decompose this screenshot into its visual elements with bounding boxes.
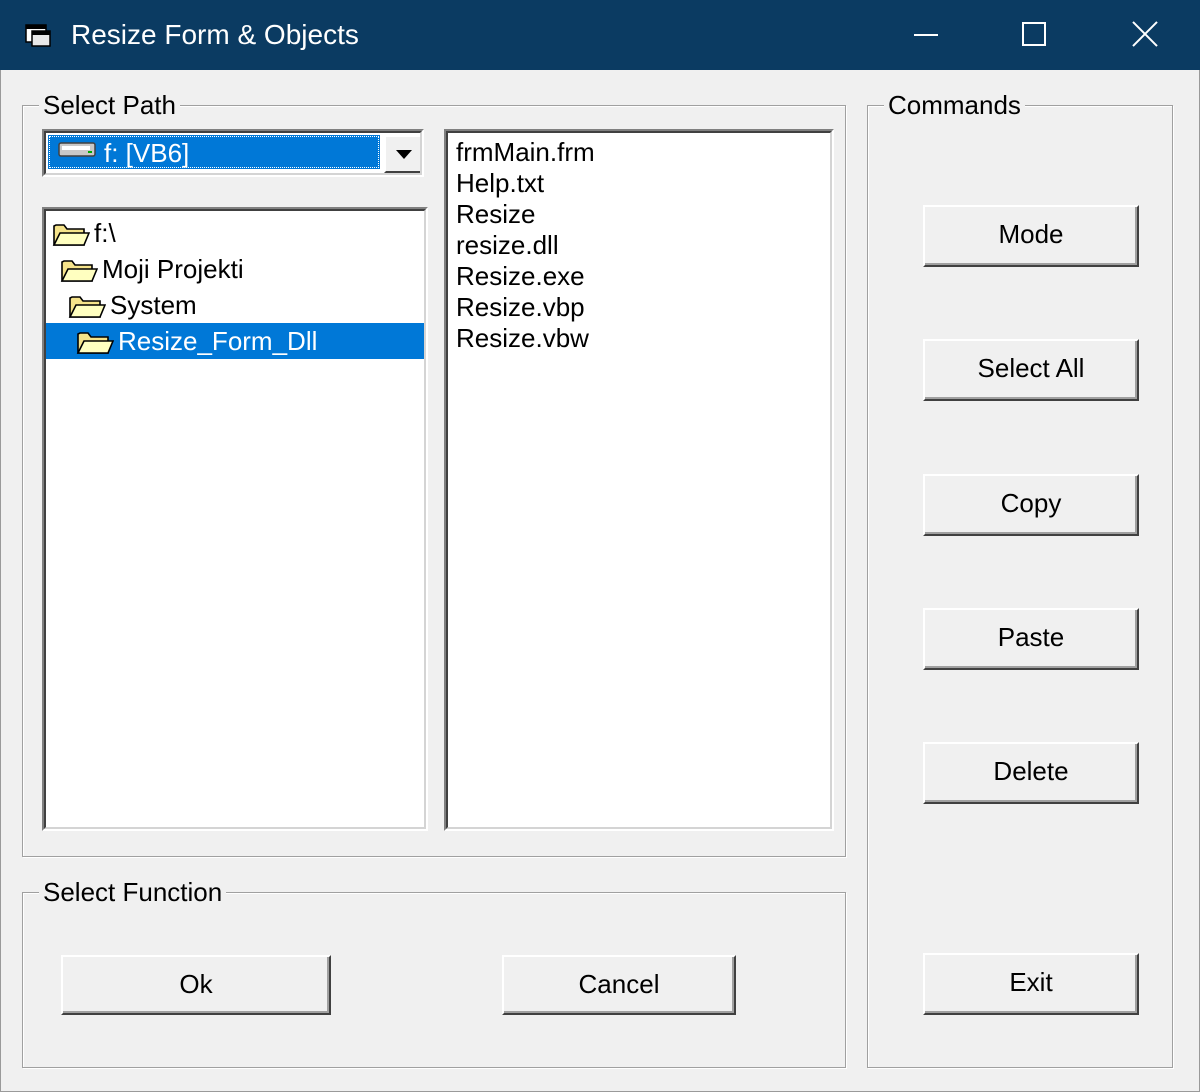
directory-label: Resize_Form_Dll — [118, 326, 318, 356]
window-title: Resize Form & Objects — [71, 19, 359, 50]
delete-button-label: Delete — [993, 756, 1069, 786]
select-path-legend: Select Path — [39, 90, 180, 120]
file-list[interactable]: frmMain.frm Help.txt Resize resize.dll R… — [444, 129, 834, 831]
mode-button[interactable]: Mode — [923, 205, 1139, 267]
directory-label: f:\ — [94, 218, 116, 248]
directory-item-root[interactable]: f:\ — [46, 215, 424, 251]
file-item[interactable]: Resize.vbp — [456, 292, 585, 323]
mode-button-label: Mode — [998, 219, 1064, 249]
maximize-icon — [1022, 22, 1046, 46]
close-icon — [1131, 20, 1159, 48]
commands-legend: Commands — [884, 90, 1025, 120]
open-folder-icon — [68, 296, 106, 318]
ok-button-label: Ok — [179, 969, 213, 999]
drive-label: f: [VB6] — [104, 138, 190, 168]
file-item[interactable]: Help.txt — [456, 168, 544, 199]
open-folder-icon — [60, 260, 98, 282]
select-all-button-label: Select All — [977, 353, 1085, 383]
form-client-area: Select Path f: [VB6] f:\ Moji Projekti S… — [0, 70, 1200, 1092]
minimize-icon — [914, 34, 938, 36]
select-function-legend: Select Function — [39, 877, 227, 907]
file-item[interactable]: frmMain.frm — [456, 137, 595, 168]
drive-selected-field[interactable]: f: [VB6] — [48, 135, 380, 169]
file-item[interactable]: Resize.vbw — [456, 323, 589, 354]
delete-button[interactable]: Delete — [923, 742, 1139, 804]
chevron-down-icon[interactable] — [384, 135, 420, 173]
directory-label: System — [110, 290, 197, 320]
maximize-button[interactable] — [980, 0, 1088, 70]
vb-form-icon — [25, 24, 51, 47]
directory-list-inner: f:\ Moji Projekti System Resize_Form_Dll — [44, 209, 426, 829]
drive-combobox[interactable]: f: [VB6] — [42, 129, 424, 177]
exit-button[interactable]: Exit — [923, 953, 1139, 1015]
directory-item-moji-projekti[interactable]: Moji Projekti — [46, 251, 424, 287]
file-item[interactable]: Resize — [456, 199, 535, 230]
copy-button[interactable]: Copy — [923, 474, 1139, 536]
copy-button-label: Copy — [1000, 488, 1062, 518]
title-bar[interactable]: Resize Form & Objects — [0, 0, 1200, 70]
close-button[interactable] — [1090, 0, 1198, 70]
file-item[interactable]: Resize.exe — [456, 261, 585, 292]
directory-item-system[interactable]: System — [46, 287, 424, 323]
drive-icon — [58, 142, 96, 157]
open-folder-icon — [52, 224, 90, 246]
drive-combobox-inner: f: [VB6] — [44, 131, 422, 175]
select-function-group: Select Function Ok Cancel — [22, 877, 846, 1068]
file-item[interactable]: resize.dll — [456, 230, 559, 261]
file-list-inner: frmMain.frm Help.txt Resize resize.dll R… — [446, 131, 832, 829]
exit-button-label: Exit — [1009, 967, 1053, 997]
directory-item-resize-form-dll[interactable]: Resize_Form_Dll — [46, 323, 424, 359]
cancel-button-label: Cancel — [578, 969, 660, 999]
select-path-group: Select Path f: [VB6] f:\ Moji Projekti S… — [22, 90, 846, 857]
open-folder-icon — [76, 332, 114, 354]
directory-list[interactable]: f:\ Moji Projekti System Resize_Form_Dll — [42, 207, 428, 831]
directory-label: Moji Projekti — [102, 254, 244, 284]
ok-button[interactable]: Ok — [61, 955, 331, 1015]
minimize-button[interactable] — [870, 0, 978, 70]
paste-button-label: Paste — [997, 622, 1065, 652]
cancel-button[interactable]: Cancel — [502, 955, 736, 1015]
select-all-button[interactable]: Select All — [923, 339, 1139, 401]
paste-button[interactable]: Paste — [923, 608, 1139, 670]
